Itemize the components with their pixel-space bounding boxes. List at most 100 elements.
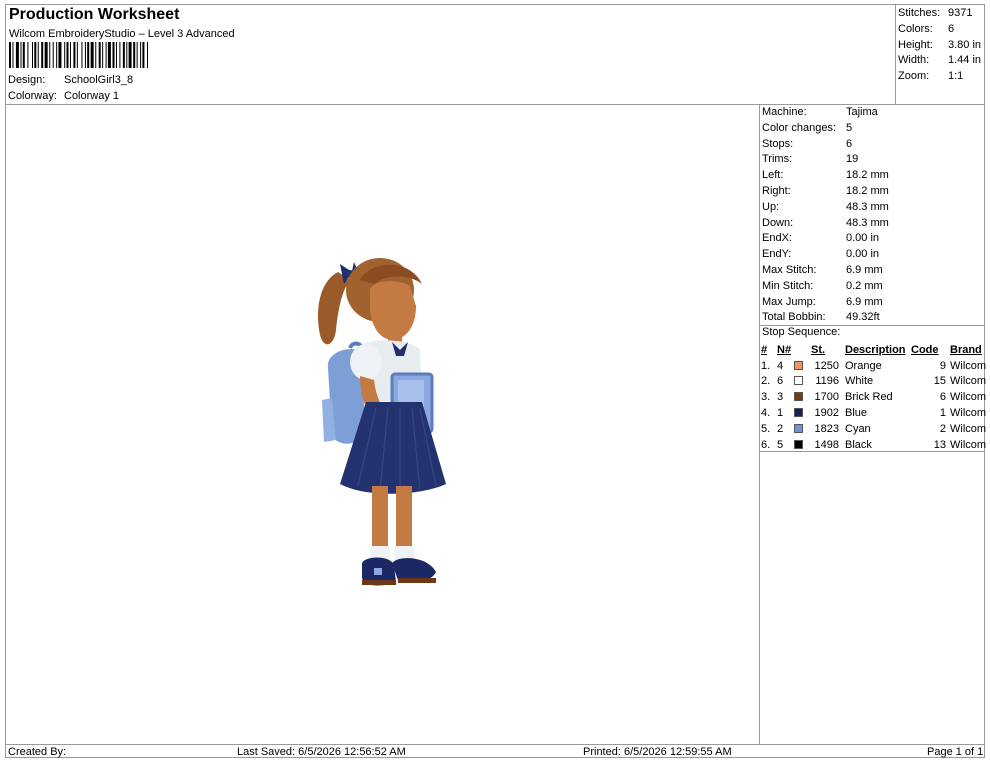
- machine-info-labels: Machine: Color changes: Stops: Trims: Le…: [762, 105, 836, 326]
- color-changes-value: 5: [846, 121, 853, 134]
- row-brand: Wilcom: [950, 375, 987, 388]
- color-swatch: [794, 439, 804, 449]
- design-value: SchoolGirl3_8: [64, 74, 134, 86]
- min-stitch-label: Min Stitch:: [762, 279, 814, 292]
- color-swatch: [794, 360, 804, 370]
- col-header-stitches: St.: [811, 343, 826, 356]
- row-needle: 1: [777, 405, 811, 421]
- summary-labels: Stitches: Colors: Height: Width: Zoom:: [898, 6, 940, 85]
- created-by: Created By:: [8, 746, 67, 758]
- col-header-needle: N#: [777, 343, 792, 356]
- colors-value: 6: [948, 22, 955, 35]
- row-index: 1.: [761, 359, 771, 372]
- machine-label: Machine:: [762, 106, 807, 118]
- colors-label: Colors:: [898, 22, 933, 35]
- row-description: Orange: [845, 359, 882, 372]
- left-value: 18.2 mm: [846, 169, 889, 182]
- table-row: 2. 6 1196 White 15 Wilcom: [761, 374, 986, 390]
- row-needle: 2: [777, 421, 811, 437]
- colorway-label: Colorway:: [8, 90, 57, 102]
- design-preview: [318, 258, 446, 586]
- stop-sequence-table: # N# St. Description Code Brand 1. 4 1250…: [761, 342, 986, 453]
- endx-value: 0.00 in: [846, 232, 880, 245]
- col-header-index: #: [761, 343, 768, 356]
- left-label: Left:: [762, 169, 784, 182]
- needle-number: 2: [777, 422, 784, 435]
- page-number: Page 1 of 1: [927, 746, 984, 758]
- row-code: 15: [933, 375, 946, 388]
- zoom-label: Zoom:: [898, 70, 930, 83]
- row-stitches: 1700: [814, 391, 839, 404]
- table-row: 1. 4 1250 Orange 9 Wilcom: [761, 358, 986, 374]
- row-stitches: 1823: [814, 422, 839, 435]
- total-bobbin-label: Total Bobbin:: [762, 311, 826, 324]
- last-saved: Last Saved: 6/5/2026 12:56:52 AM: [237, 746, 406, 758]
- row-description: Blue: [845, 407, 868, 420]
- color-changes-label: Color changes:: [762, 121, 836, 134]
- row-description: White: [845, 375, 874, 388]
- row-stitches: 1902: [814, 407, 839, 420]
- row-code: 9: [939, 359, 946, 372]
- color-swatch: [794, 423, 804, 433]
- stops-value: 6: [846, 137, 853, 150]
- row-index: 5.: [761, 422, 771, 435]
- table-row: 3. 3 1700 Brick Red 6 Wilcom: [761, 389, 986, 405]
- printed-date: Printed: 6/5/2026 12:59:55 AM: [583, 746, 732, 758]
- needle-number: 4: [777, 359, 784, 372]
- col-header-brand: Brand: [950, 343, 982, 356]
- table-row: 5. 2 1823 Cyan 2 Wilcom: [761, 421, 986, 437]
- trims-label: Trims:: [762, 153, 793, 166]
- endy-label: EndY:: [762, 248, 792, 261]
- page-title: Production Worksheet: [9, 6, 180, 23]
- row-description: Brick Red: [845, 391, 893, 404]
- row-brand: Wilcom: [950, 438, 987, 451]
- col-header-description: Description: [845, 343, 906, 356]
- design-label: Design:: [8, 74, 46, 86]
- row-needle: 3: [777, 389, 811, 405]
- stops-label: Stops:: [762, 137, 794, 150]
- height-label: Height:: [898, 38, 933, 51]
- machine-info-values: Tajima 5 6 19 18.2 mm 18.2 mm 48.3 mm 48…: [846, 105, 889, 326]
- endy-value: 0.00 in: [846, 248, 880, 261]
- row-brand: Wilcom: [950, 391, 987, 404]
- up-label: Up:: [762, 200, 780, 213]
- color-swatch: [794, 392, 804, 402]
- max-stitch-label: Max Stitch:: [762, 263, 817, 276]
- down-label: Down:: [762, 216, 794, 229]
- col-header-code: Code: [911, 343, 939, 356]
- row-code: 2: [939, 422, 946, 435]
- right-label: Right:: [762, 184, 791, 197]
- right-value: 18.2 mm: [846, 184, 889, 197]
- row-index: 2.: [761, 375, 771, 388]
- width-label: Width:: [898, 54, 930, 67]
- trims-value: 19: [846, 153, 859, 166]
- width-value: 1.44 in: [948, 54, 982, 67]
- summary-values: 9371 6 3.80 in 1.44 in 1:1: [948, 6, 981, 85]
- row-needle: 5: [777, 437, 811, 453]
- embroidery-design-schoolgirl: [318, 258, 446, 586]
- row-brand: Wilcom: [950, 422, 987, 435]
- footer-divider: [5, 744, 985, 745]
- table-row: 4. 1 1902 Blue 1 Wilcom: [761, 405, 986, 421]
- software-name: Wilcom EmbroideryStudio – Level 3 Advanc…: [9, 28, 235, 40]
- row-brand: Wilcom: [950, 359, 987, 372]
- needle-number: 1: [777, 407, 784, 420]
- max-stitch-value: 6.9 mm: [846, 263, 883, 276]
- height-value: 3.80 in: [948, 38, 982, 51]
- colorway-value: Colorway 1: [64, 90, 120, 102]
- header-divider: [5, 104, 985, 105]
- color-swatch: [794, 376, 804, 386]
- total-bobbin-value: 49.32ft: [846, 311, 880, 324]
- min-stitch-value: 0.2 mm: [846, 279, 883, 292]
- needle-number: 6: [777, 375, 784, 388]
- table-header-row: # N# St. Description Code Brand: [761, 342, 986, 358]
- down-value: 48.3 mm: [846, 216, 889, 229]
- needle-number: 5: [777, 438, 784, 451]
- row-code: 1: [939, 407, 946, 420]
- row-description: Black: [845, 438, 872, 451]
- stitches-value: 9371: [948, 7, 973, 19]
- row-stitches: 1498: [814, 438, 839, 451]
- barcode: [9, 42, 148, 68]
- stop-sequence-title: Stop Sequence:: [762, 326, 841, 338]
- stitches-label: Stitches:: [898, 7, 941, 19]
